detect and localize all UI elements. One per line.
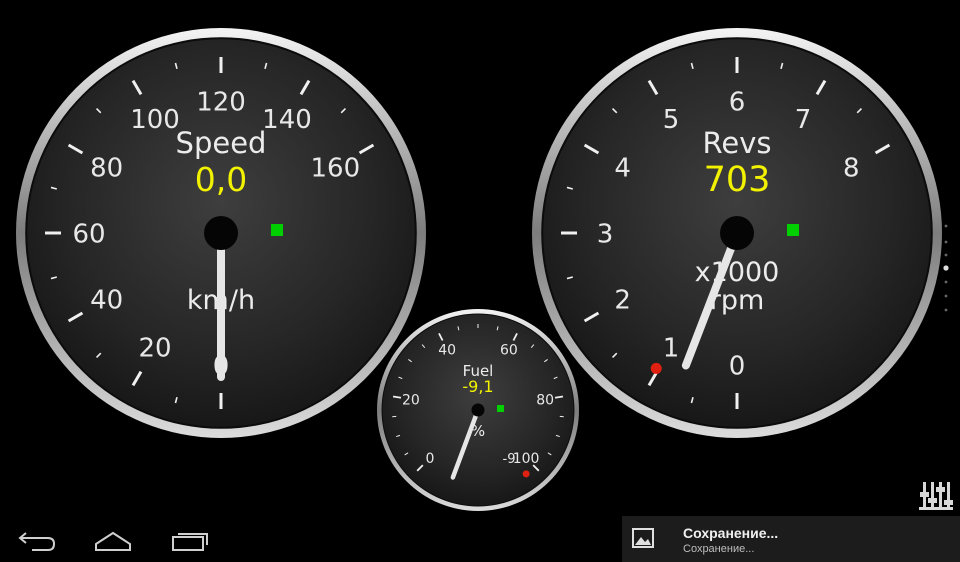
revs-value: 703	[704, 160, 771, 200]
equalizer-settings-icon	[919, 482, 953, 510]
settings-button[interactable]	[918, 478, 954, 512]
fuel-value: -9,1	[462, 377, 493, 396]
speed-title: Speed	[176, 126, 267, 160]
speed-gauge: 020406080100120140160Speed0,0km/h	[16, 28, 426, 438]
revs-tick-label: 4	[614, 153, 631, 183]
page-indicator	[943, 224, 949, 312]
major-tick	[554, 395, 564, 399]
speed-tick-label: 80	[90, 153, 123, 183]
revs-tick-label: 8	[843, 153, 860, 183]
needle-hub	[204, 216, 238, 250]
speed-tick-label: 140	[262, 105, 312, 135]
needle-hub	[720, 216, 754, 250]
revs-unit-multiplier: x1000	[695, 257, 780, 288]
notification-subtitle: Сохранение...	[683, 543, 755, 555]
fuel-gauge: 02040 6080100-9Fuel-9,1%	[377, 309, 579, 511]
image-icon	[632, 528, 654, 548]
fuel-end-label: -9	[503, 452, 516, 467]
fuel-tick-label: 0	[425, 451, 434, 467]
revs-gauge: 012345678Revs703x1000rpm	[532, 28, 942, 438]
needle-hub	[471, 403, 485, 417]
speed-tick-label: 40	[90, 285, 123, 315]
back-arrow-icon	[18, 532, 56, 551]
status-indicator	[271, 224, 283, 236]
fuel-tick-label: 80	[536, 392, 554, 408]
revs-title: Revs	[703, 126, 772, 160]
status-indicator	[497, 405, 504, 412]
notification-title: Сохранение...	[683, 525, 779, 541]
home-button[interactable]	[88, 524, 138, 552]
speed-tick-label: 160	[310, 153, 360, 183]
warning-marker	[522, 470, 530, 478]
revs-tick-label: 1	[663, 334, 680, 364]
notification[interactable]: Сохранение... Сохранение...	[622, 516, 960, 562]
fuel-tick-label: 60	[500, 342, 518, 358]
revs-tick-label: 7	[795, 105, 812, 135]
back-button[interactable]	[14, 524, 64, 552]
revs-tick-label: 5	[663, 105, 680, 135]
warning-marker	[650, 362, 662, 374]
speed-tick-label: 20	[138, 334, 171, 364]
fuel-tick-label: 20	[402, 392, 420, 408]
recent-apps-icon	[172, 533, 208, 551]
speed-value: 0,0	[195, 160, 247, 199]
home-icon	[95, 531, 131, 551]
revs-tick-label: 3	[597, 219, 614, 249]
major-tick	[392, 395, 402, 399]
speed-tick-label: 60	[72, 219, 105, 249]
recent-apps-button[interactable]	[164, 524, 214, 552]
status-indicator	[787, 224, 799, 236]
revs-tick-label: 2	[614, 285, 631, 315]
revs-tick-label: 6	[729, 87, 746, 117]
navigation-bar	[0, 514, 230, 562]
speed-tick-label: 100	[130, 105, 180, 135]
fuel-tick-label: 100	[513, 451, 540, 467]
fuel-tick-label: 40	[438, 342, 456, 358]
revs-tick-label: 0	[729, 351, 746, 381]
speed-tick-label: 120	[196, 87, 246, 117]
